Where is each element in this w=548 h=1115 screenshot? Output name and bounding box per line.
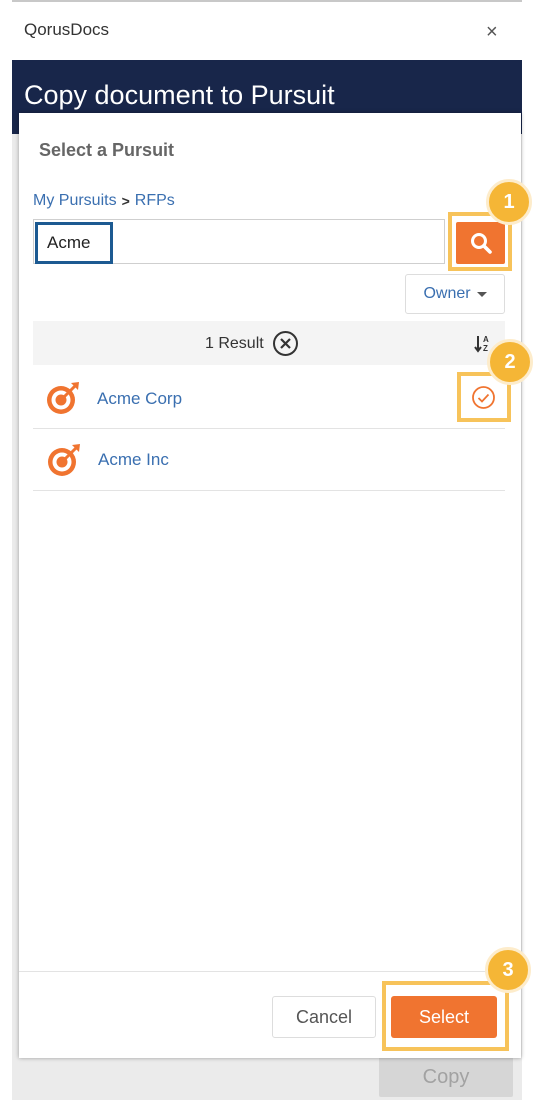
copy-button[interactable]: Copy (379, 1057, 513, 1097)
result-count: 1 Result (205, 335, 264, 352)
window-top-border (12, 0, 522, 2)
callout-badge-3: 3 (485, 947, 531, 993)
callout-badge-2: 2 (487, 339, 533, 385)
callout-highlight-select (382, 981, 509, 1051)
pursuit-label-acme-inc: Acme Inc (98, 450, 169, 469)
dialog-title: Select a Pursuit (39, 140, 175, 160)
svg-text:A: A (483, 335, 489, 344)
breadcrumb: My Pursuits > RFPs (33, 192, 175, 210)
pursuit-target-icon (47, 382, 79, 414)
cancel-button[interactable]: Cancel (272, 996, 376, 1038)
app-title: QorusDocs (24, 20, 110, 39)
svg-text:Z: Z (483, 344, 488, 353)
owner-filter-dropdown[interactable]: Owner (405, 274, 505, 314)
page-title: Copy document to Pursuit (24, 80, 335, 110)
breadcrumb-rfps[interactable]: RFPs (135, 192, 175, 210)
owner-filter-label: Owner (423, 285, 471, 302)
pursuit-label-acme-corp: Acme Corp (97, 389, 183, 408)
results-bar (33, 321, 505, 365)
callout-badge-1: 1 (486, 179, 532, 225)
search-input[interactable] (47, 230, 427, 256)
breadcrumb-separator: > (121, 193, 130, 209)
footer-divider (19, 971, 521, 972)
close-icon[interactable]: × (486, 22, 498, 42)
caret-down-icon (476, 291, 487, 297)
clear-circle-x-icon[interactable] (272, 330, 299, 357)
pursuit-target-icon (48, 444, 80, 476)
breadcrumb-my-pursuits[interactable]: My Pursuits (33, 192, 117, 210)
